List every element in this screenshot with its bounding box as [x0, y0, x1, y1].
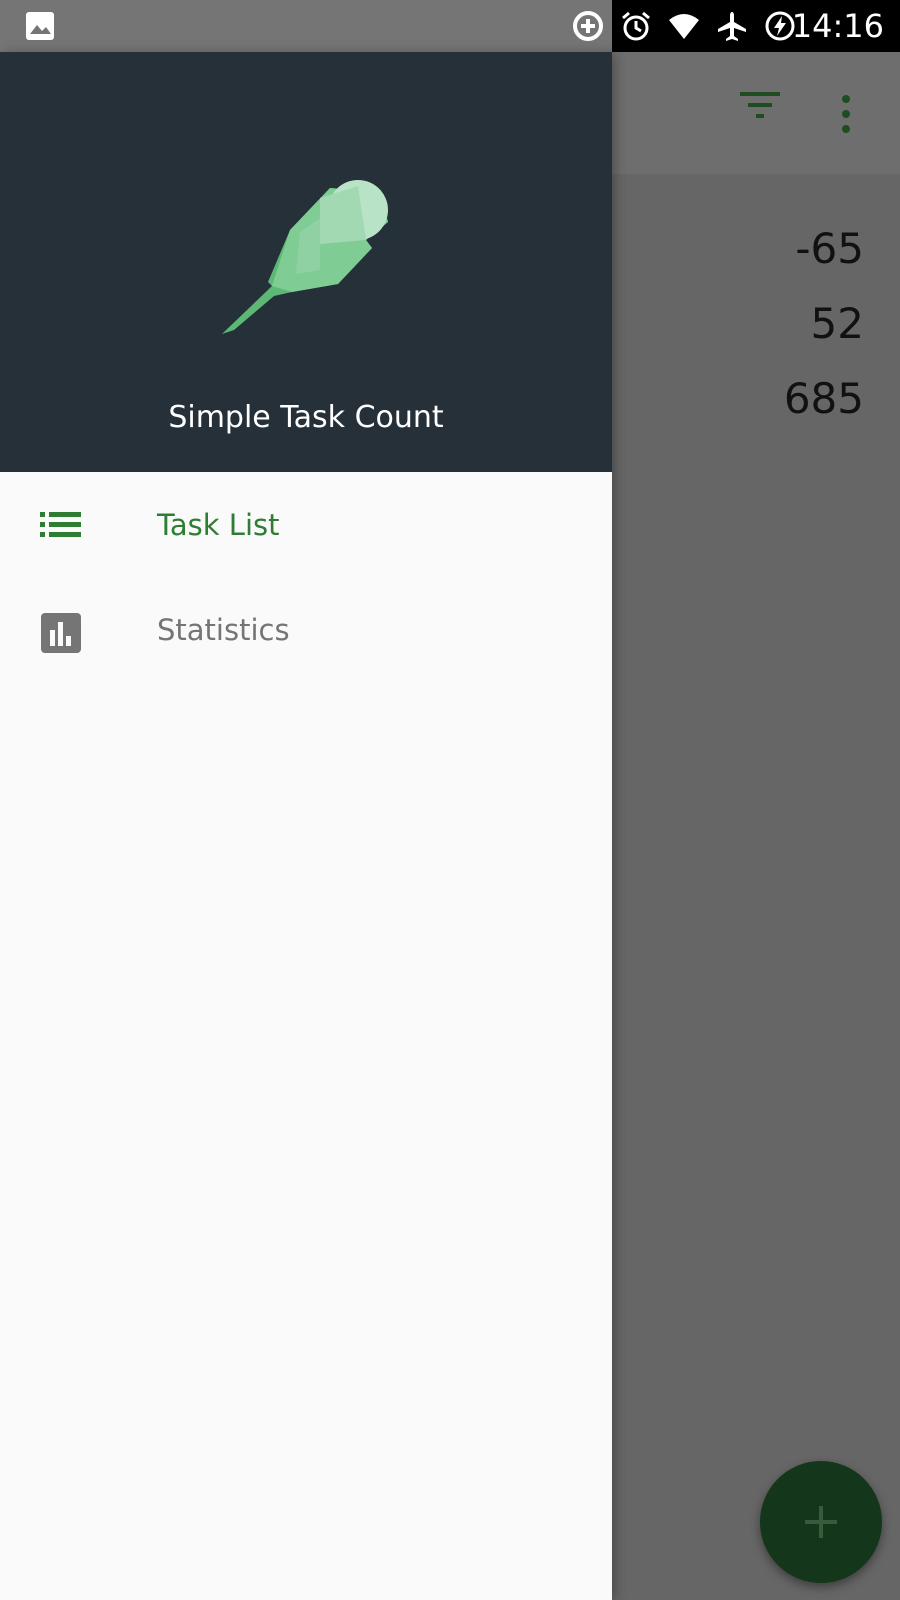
task-count-2[interactable]: 52 — [811, 299, 864, 348]
drawer-header: Simple Task Count — [0, 52, 612, 472]
alarm-icon — [622, 11, 650, 41]
feather-icon — [222, 180, 388, 334]
status-bar: 14:16 — [0, 0, 900, 52]
list-icon — [40, 512, 81, 537]
more-vert-icon[interactable] — [840, 94, 852, 134]
image-icon — [26, 12, 54, 40]
wifi-icon — [669, 14, 699, 39]
nav-item-task-list[interactable]: Task List — [0, 472, 612, 576]
filter-icon[interactable] — [738, 88, 782, 122]
nav-item-label: Task List — [157, 508, 280, 542]
nav-item-statistics[interactable]: Statistics — [0, 576, 612, 680]
data-saver-icon — [573, 11, 603, 41]
add-icon — [805, 1506, 837, 1538]
nav-item-label: Statistics — [157, 613, 290, 647]
airplane-icon — [718, 12, 746, 41]
status-bar-left — [0, 0, 612, 52]
drawer-app-name: Simple Task Count — [168, 400, 444, 435]
add-task-button[interactable] — [760, 1461, 882, 1583]
task-count-3[interactable]: 685 — [784, 374, 864, 423]
task-count-1[interactable]: -65 — [795, 224, 864, 273]
navigation-drawer: Simple Task Count Task List Statistics — [0, 52, 612, 1600]
clock: 14:16 — [791, 7, 884, 45]
bar-chart-icon — [41, 613, 81, 653]
